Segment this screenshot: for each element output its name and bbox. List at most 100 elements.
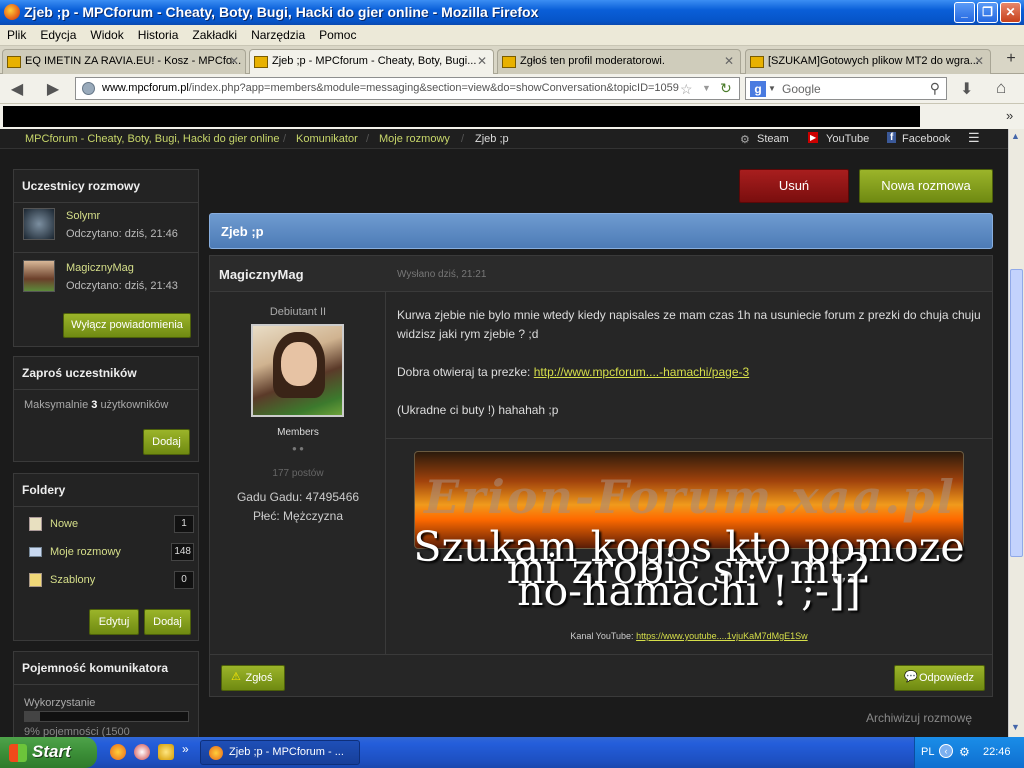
capacity-bar-fill (25, 712, 40, 721)
forward-icon[interactable]: ▶ (42, 79, 64, 99)
menu-item-edit[interactable]: Edycja (33, 25, 83, 45)
tab-close-icon[interactable]: ✕ (229, 54, 239, 68)
download-icon[interactable]: ⬇ (960, 79, 973, 99)
capacity-title: Pojemność komunikatora (14, 652, 198, 685)
menu-item-view[interactable]: Widok (83, 25, 130, 45)
close-button[interactable]: ✕ (1000, 2, 1021, 23)
windows-logo-icon (9, 744, 27, 762)
menu-bar: Plik Edycja Widok Historia Zakładki Narzędzia… (0, 25, 1024, 46)
folders-panel: Foldery Nowe 1 Moje rozmowy 148 Szablony… (13, 473, 199, 641)
breadcrumb-messenger[interactable]: Komunikator (296, 133, 358, 145)
more-bookmarks-button[interactable]: » (1006, 108, 1013, 123)
reload-icon[interactable]: ↻ (720, 80, 732, 97)
facebook-link[interactable]: Facebook (902, 133, 950, 145)
tab-close-icon[interactable]: ✕ (724, 54, 734, 68)
post: MagicznyMag Wysłano dziś, 21:21 Debiutan… (209, 255, 993, 697)
favicon-icon (502, 56, 516, 68)
menu-item-history[interactable]: Historia (131, 25, 186, 45)
participants-title: Uczestnicy rozmowy (14, 170, 198, 203)
speech-bubble-icon: 💬 (904, 671, 918, 683)
tab-1[interactable]: Zjeb ;p - MPCforum - Cheaty, Boty, Bugi.… (249, 49, 494, 75)
scrollbar-thumb[interactable] (1010, 269, 1023, 557)
invite-add-button[interactable]: Dodaj (143, 429, 190, 455)
engine-dropdown-icon[interactable]: ▼ (768, 84, 776, 93)
home-icon[interactable]: ⌂ (996, 78, 1006, 98)
archive-conversation-link[interactable]: Archiwizuj rozmowę (866, 711, 972, 725)
post-footer: ⚠ Zgłoś 💬 Odpowiedz (210, 654, 992, 696)
firefox-icon (4, 4, 20, 20)
youtube-channel-link[interactable]: https://www.youtube....1vjuKaM7dMgE1Sw (636, 631, 808, 641)
warning-icon: ⚠ (231, 671, 241, 683)
disable-notifications-button[interactable]: Wyłącz powiadomienia (63, 313, 191, 338)
folders-add-button[interactable]: Dodaj (144, 609, 191, 635)
google-icon: g (750, 81, 766, 97)
breadcrumb-home[interactable]: MPCforum - Cheaty, Boty, Bugi, Hacki do … (25, 133, 280, 145)
document-icon (29, 517, 42, 531)
maximize-button[interactable]: ❐ (977, 2, 998, 23)
folder-my-conversations[interactable]: Moje rozmowy 148 (24, 543, 194, 563)
avatar (23, 208, 55, 240)
post-body: Kurwa zjebie nie bylo mnie wtedy kiedy n… (386, 292, 992, 438)
tray-app-icon[interactable]: ⚙ (959, 745, 970, 759)
delete-button[interactable]: Usuń (739, 169, 849, 203)
navigation-bar: ◀ ▶ www.mpcforum.pl/index.php?app=member… (0, 74, 1024, 104)
post-link[interactable]: http://www.mpcforum....-hamachi/page-3 (534, 365, 749, 379)
tray-chevron-icon[interactable]: ‹ (939, 744, 953, 758)
start-button[interactable]: Start (0, 737, 97, 768)
scroll-up-icon[interactable]: ▲ (1011, 131, 1020, 141)
steam-link[interactable]: Steam (757, 133, 789, 145)
taskbar-firefox-window[interactable]: Zjeb ;p - MPCforum - ... (200, 740, 360, 765)
menu-list-icon[interactable]: ☰ (968, 130, 980, 146)
steam-icon: ⚙ (740, 134, 750, 146)
language-indicator[interactable]: PL (921, 746, 934, 758)
reply-button[interactable]: 💬 Odpowiedz (894, 665, 985, 691)
menu-item-bookmarks[interactable]: Zakładki (185, 25, 244, 45)
participant-name[interactable]: MagicznyMag (66, 262, 134, 274)
quicklaunch-icon[interactable] (134, 744, 150, 760)
tab-2[interactable]: Zgłoś ten profil moderatorowi. ✕ (497, 49, 741, 74)
url-field[interactable]: www.mpcforum.pl/index.php?app=members&mo… (75, 77, 740, 100)
tab-close-icon[interactable]: ✕ (974, 54, 984, 68)
author-info: Debiutant II Members ● ● 177 postów Gadu… (210, 292, 386, 654)
back-icon[interactable]: ◀ (6, 79, 28, 99)
quicklaunch-more[interactable]: » (182, 742, 189, 756)
tab-0[interactable]: EQ IMETIN ZA RAVIA.EU! - Kosz - MPCfo...… (2, 49, 246, 74)
tab-label: EQ IMETIN ZA RAVIA.EU! - Kosz - MPCfo... (25, 55, 242, 67)
youtube-link[interactable]: YouTube (826, 133, 869, 145)
tab-close-icon[interactable]: ✕ (477, 54, 487, 68)
folder-new[interactable]: Nowe 1 (24, 515, 194, 535)
participant-solymr[interactable]: Solymr Odczytano: dziś, 21:46 (22, 208, 192, 248)
participant-magicznymag[interactable]: MagicznyMag Odczytano: dziś, 21:43 (22, 260, 192, 300)
author-post-count: 177 postów (272, 468, 324, 479)
menu-item-file[interactable]: Plik (0, 25, 33, 45)
breadcrumb-my-conversations[interactable]: Moje rozmowy (379, 133, 450, 145)
report-button[interactable]: ⚠ Zgłoś (221, 665, 285, 691)
menu-item-tools[interactable]: Narzędzia (244, 25, 312, 45)
note-icon (29, 573, 42, 587)
dropdown-icon[interactable]: ▼ (702, 83, 711, 93)
new-conversation-button[interactable]: Nowa rozmowa (859, 169, 993, 203)
participant-name[interactable]: Solymr (66, 210, 100, 222)
search-field[interactable]: g ▼ Google ⚲ (745, 77, 947, 100)
invite-title: Zaproś uczestników (14, 357, 198, 390)
firefox-quicklaunch-icon[interactable] (110, 744, 126, 760)
post-text-line: Kurwa zjebie nie bylo mnie wtedy kiedy n… (397, 308, 981, 341)
menu-item-help[interactable]: Pomoc (312, 25, 363, 45)
conversation-title: Zjeb ;p (209, 213, 993, 249)
scroll-down-icon[interactable]: ▼ (1011, 722, 1020, 732)
tab-3[interactable]: [SZUKAM]Gotowych plikow MT2 do wgra... ✕ (745, 49, 991, 74)
post-text-line: Dobra otwieraj ta prezke: http://www.mpc… (397, 365, 750, 379)
author-avatar[interactable] (251, 324, 344, 417)
post-author[interactable]: MagicznyMag (219, 267, 304, 282)
quicklaunch-icon[interactable] (158, 744, 174, 760)
new-tab-button[interactable]: + (1002, 50, 1020, 68)
window-title-bar[interactable]: Zjeb ;p - MPCforum - Cheaty, Boty, Bugi,… (0, 0, 1024, 25)
folder-templates[interactable]: Szablony 0 (24, 571, 194, 591)
signature: Erion-Forum.xaa.pl Szukam kogos kto pomo… (386, 438, 992, 654)
folders-edit-button[interactable]: Edytuj (89, 609, 139, 635)
participants-panel: Uczestnicy rozmowy Solymr Odczytano: dzi… (13, 169, 199, 347)
minimize-button[interactable]: _ (954, 2, 975, 23)
page-scrollbar[interactable]: ▲ ▼ (1008, 129, 1024, 737)
bookmark-star-icon[interactable]: ☆ (680, 81, 693, 98)
magnifier-icon[interactable]: ⚲ (930, 80, 940, 97)
